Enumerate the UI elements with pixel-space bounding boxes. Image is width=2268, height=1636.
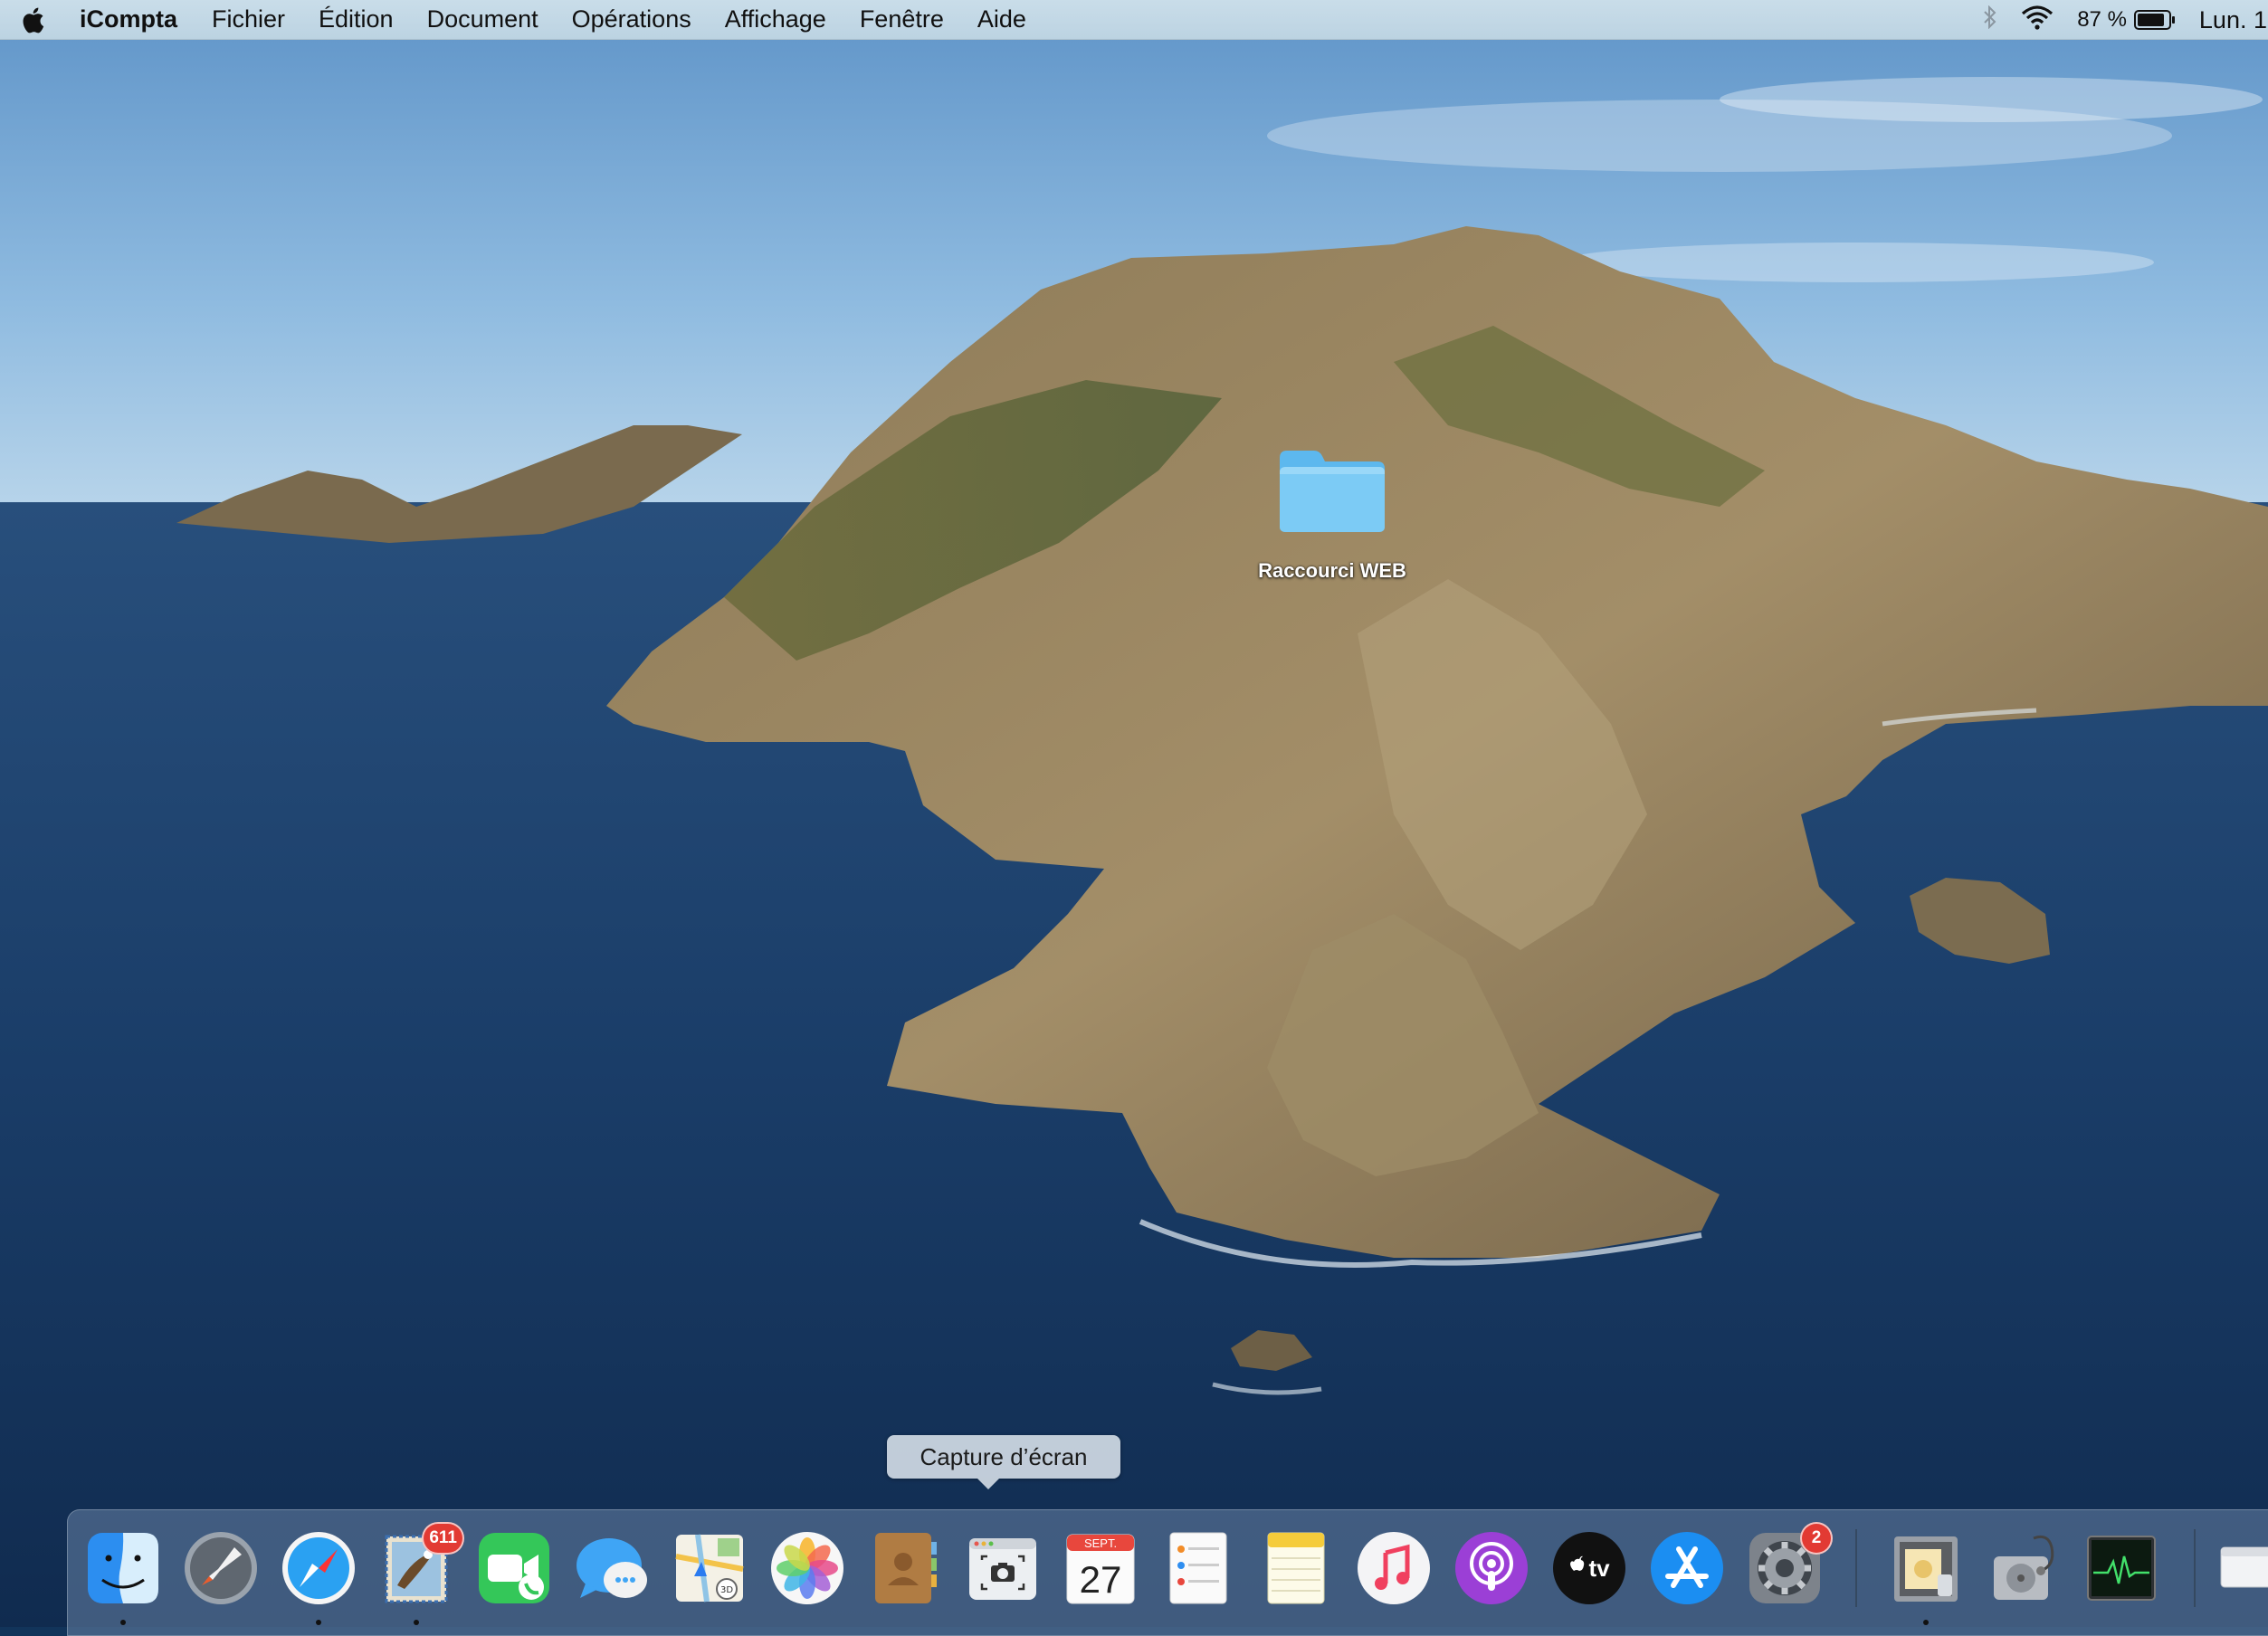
- folder-icon: [1280, 451, 1385, 532]
- dock-item-mail[interactable]: 611: [377, 1522, 464, 1607]
- dock-item-facetime[interactable]: [475, 1529, 553, 1607]
- dock-separator-2: [2194, 1529, 2196, 1607]
- dock-item-disk-utility[interactable]: [1985, 1529, 2063, 1607]
- apple-tv-label: tv: [1588, 1555, 1610, 1582]
- menubar-clock[interactable]: Lun. 16: [2199, 6, 2268, 34]
- dock-item-apple-tv[interactable]: tv: [1550, 1529, 1628, 1607]
- folder-label: Raccourci WEB: [1258, 559, 1406, 582]
- dock-item-music[interactable]: [1355, 1529, 1433, 1607]
- dock-item-screenshot[interactable]: [964, 1529, 1042, 1607]
- calendar-icon: SEPT. 27: [1066, 1534, 1135, 1604]
- desktop-wallpaper: [0, 0, 2268, 1627]
- svg-text:3D: 3D: [720, 1585, 733, 1595]
- menu-aide[interactable]: Aide: [977, 5, 1026, 33]
- podcasts-icon: [1455, 1532, 1528, 1604]
- calendar-month: SEPT.: [1084, 1536, 1117, 1550]
- photos-icon: [771, 1532, 843, 1604]
- menu-operations[interactable]: Opérations: [572, 5, 691, 33]
- app-menu-icompta[interactable]: iCompta: [80, 5, 177, 33]
- dock-item-safari[interactable]: [280, 1529, 357, 1607]
- facetime-icon: [479, 1533, 549, 1603]
- menu-document[interactable]: Document: [427, 5, 538, 33]
- apple-menu-icon[interactable]: [22, 5, 47, 34]
- dock-item-app-store[interactable]: [1648, 1529, 1726, 1607]
- dock-item-minimized-window[interactable]: [2219, 1529, 2268, 1607]
- dock-item-calendar[interactable]: SEPT. 27: [1062, 1529, 1139, 1607]
- dock-item-podcasts[interactable]: [1453, 1529, 1530, 1607]
- menu-fenetre[interactable]: Fenêtre: [860, 5, 944, 33]
- dock-item-notes[interactable]: [1257, 1529, 1335, 1607]
- contacts-icon: [875, 1533, 937, 1603]
- reminders-icon: [1169, 1532, 1227, 1604]
- app-store-icon: [1651, 1532, 1723, 1604]
- dock-tooltip: Capture d’écran: [887, 1435, 1120, 1489]
- notes-icon: [1267, 1532, 1325, 1604]
- dock-item-maps[interactable]: 3D: [671, 1529, 748, 1607]
- menu-bar: iCompta Fichier Édition Document Opérati…: [0, 0, 2268, 40]
- menu-affichage[interactable]: Affichage: [725, 5, 826, 33]
- system-preferences-badge: 2: [1800, 1522, 1833, 1555]
- mail-badge: 611: [422, 1522, 464, 1555]
- activity-monitor-icon: [2087, 1536, 2156, 1601]
- apple-tv-icon: tv: [1553, 1532, 1625, 1604]
- safari-icon: [282, 1532, 355, 1604]
- dock-item-launchpad[interactable]: [182, 1529, 260, 1607]
- dock-item-contacts[interactable]: [866, 1529, 944, 1607]
- battery-icon: [2133, 10, 2175, 30]
- dock-item-preview[interactable]: [1887, 1529, 1965, 1607]
- launchpad-icon: [185, 1532, 257, 1604]
- finder-icon: [88, 1533, 158, 1603]
- preview-icon: [1894, 1536, 1958, 1602]
- desktop-folder-raccourci-web[interactable]: Raccourci WEB: [1242, 445, 1423, 583]
- finder-window-icon: [2220, 1546, 2268, 1588]
- dock-item-reminders[interactable]: [1159, 1529, 1237, 1607]
- music-icon: [1358, 1532, 1430, 1604]
- dock-item-photos[interactable]: [768, 1529, 846, 1607]
- calendar-day: 27: [1080, 1558, 1122, 1601]
- battery-percent: 87 %: [2077, 7, 2127, 32]
- dock-item-finder[interactable]: [84, 1529, 162, 1607]
- menu-fichier[interactable]: Fichier: [212, 5, 285, 33]
- maps-icon: 3D: [675, 1534, 744, 1603]
- screenshot-icon: [969, 1538, 1036, 1600]
- dock-item-messages[interactable]: [573, 1529, 651, 1607]
- bluetooth-icon[interactable]: [1983, 5, 1997, 35]
- disk-utility-icon: [1994, 1535, 2054, 1600]
- battery-status[interactable]: 87 %: [2077, 7, 2176, 33]
- tooltip-text: Capture d’écran: [920, 1442, 1088, 1470]
- messages-icon: [577, 1538, 647, 1598]
- wifi-icon[interactable]: [2021, 5, 2054, 36]
- dock-separator: [1855, 1529, 1857, 1607]
- dock-item-activity-monitor[interactable]: [2082, 1529, 2160, 1607]
- menu-edition[interactable]: Édition: [319, 5, 394, 33]
- dock-item-system-preferences[interactable]: 2: [1746, 1522, 1833, 1607]
